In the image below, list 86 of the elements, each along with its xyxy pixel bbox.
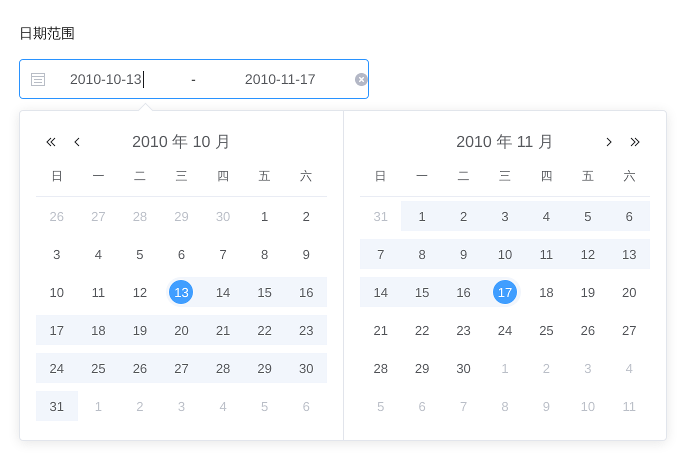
day-button[interactable]: 5 [576, 204, 600, 228]
day-button[interactable]: 8 [410, 242, 434, 266]
day-button[interactable]: 26 [128, 356, 152, 380]
weekday-label: 二 [132, 168, 147, 185]
day-button[interactable]: 14 [211, 280, 236, 304]
day-button[interactable]: 15 [410, 280, 434, 304]
day-button[interactable]: 27 [169, 356, 194, 380]
day-button[interactable]: 6 [169, 242, 194, 266]
day-button[interactable]: 10 [492, 242, 517, 266]
day-button[interactable]: 15 [252, 280, 277, 304]
day-button[interactable]: 21 [368, 318, 393, 342]
day-button[interactable]: 8 [252, 242, 277, 266]
day-button[interactable]: 9 [452, 242, 476, 266]
weekday-label: 日 [374, 168, 388, 185]
day-button[interactable]: 19 [576, 280, 600, 304]
field-label: 日期范围 [19, 25, 76, 44]
day-button[interactable]: 19 [128, 318, 152, 342]
day-button[interactable]: 29 [252, 356, 277, 380]
day-button[interactable]: 20 [169, 318, 194, 342]
day-button[interactable]: 3 [492, 204, 517, 228]
day-button[interactable]: 10 [44, 280, 69, 304]
day-button[interactable]: 2 [452, 204, 476, 228]
day-button[interactable]: 1 [410, 204, 434, 228]
weekday-label: 四 [216, 168, 230, 185]
day-button[interactable]: 17 [44, 318, 69, 342]
weekday-label: 六 [299, 168, 314, 185]
day-button[interactable]: 22 [252, 318, 277, 342]
weekday-label: 一 [415, 168, 430, 185]
day-button[interactable]: 11 [534, 242, 558, 266]
weekday-label: 六 [622, 168, 636, 185]
day-button[interactable]: 28 [368, 356, 393, 380]
weekday-label: 五 [258, 168, 272, 185]
day-button[interactable]: 1 [252, 204, 277, 228]
day-button[interactable]: 23 [452, 318, 476, 342]
day-button[interactable]: 21 [211, 318, 236, 342]
day-button[interactable]: 30 [452, 356, 476, 380]
day-button[interactable]: 11 [86, 280, 110, 304]
day-button[interactable]: 24 [492, 318, 517, 342]
day-button[interactable]: 30 [294, 356, 318, 380]
day-button[interactable]: 12 [128, 280, 152, 304]
weekday-label: 三 [498, 168, 512, 185]
day-button[interactable]: 4 [534, 204, 558, 228]
weekday-label: 三 [174, 168, 188, 185]
day-button[interactable]: 26 [576, 318, 600, 342]
day-button[interactable]: 7 [368, 242, 393, 266]
day-button[interactable]: 12 [576, 242, 600, 266]
month-title: 2010 年 11 月 [456, 132, 554, 152]
day-button[interactable]: 16 [452, 280, 476, 304]
day-button[interactable]: 3 [44, 242, 69, 266]
day-button[interactable]: 16 [294, 280, 318, 304]
end-date-field[interactable]: 2010-11-17 [244, 71, 316, 87]
day-button[interactable]: 22 [410, 318, 434, 342]
day-button[interactable]: 7 [211, 242, 236, 266]
weekday-label: 日 [50, 168, 64, 185]
day-button[interactable]: 29 [410, 356, 434, 380]
day-button[interactable]: 24 [44, 356, 69, 380]
day-button[interactable]: 9 [294, 242, 318, 266]
day-button[interactable]: 5 [128, 242, 152, 266]
day-button[interactable]: 27 [617, 318, 642, 342]
day-button[interactable]: 13 [617, 242, 642, 266]
day-button[interactable]: 14 [368, 280, 393, 304]
range-separator: - [190, 71, 197, 87]
day-button[interactable]: 6 [617, 204, 642, 228]
double-chevron-left-icon[interactable] [46, 137, 56, 147]
day-button[interactable]: 2 [294, 204, 318, 228]
day-button[interactable]: 25 [86, 356, 110, 380]
double-chevron-right-icon[interactable] [630, 137, 640, 147]
weekday-label: 二 [456, 168, 471, 185]
weekday-label: 一 [91, 168, 106, 185]
day-button[interactable]: 31 [44, 394, 69, 418]
calendar-icon [31, 72, 45, 86]
day-button[interactable]: 18 [534, 280, 558, 304]
day-button[interactable]: 23 [294, 318, 318, 342]
start-date-field[interactable]: 2010-10-13 [70, 71, 142, 87]
date-range-input[interactable]: 2010-10-13 - 2010-11-17 [19, 59, 369, 99]
weekday-label: 五 [580, 168, 595, 185]
chevron-right-icon[interactable] [606, 137, 612, 147]
month-title: 2010 年 10 月 [132, 132, 231, 152]
chevron-left-icon[interactable] [74, 137, 80, 147]
weekday-label: 四 [539, 168, 554, 185]
day-button[interactable]: 20 [617, 280, 642, 304]
day-button[interactable]: 25 [534, 318, 558, 342]
day-button[interactable]: 28 [211, 356, 236, 380]
day-button[interactable]: 18 [86, 318, 110, 342]
day-button[interactable]: 4 [86, 242, 110, 266]
text-cursor [142, 70, 144, 88]
